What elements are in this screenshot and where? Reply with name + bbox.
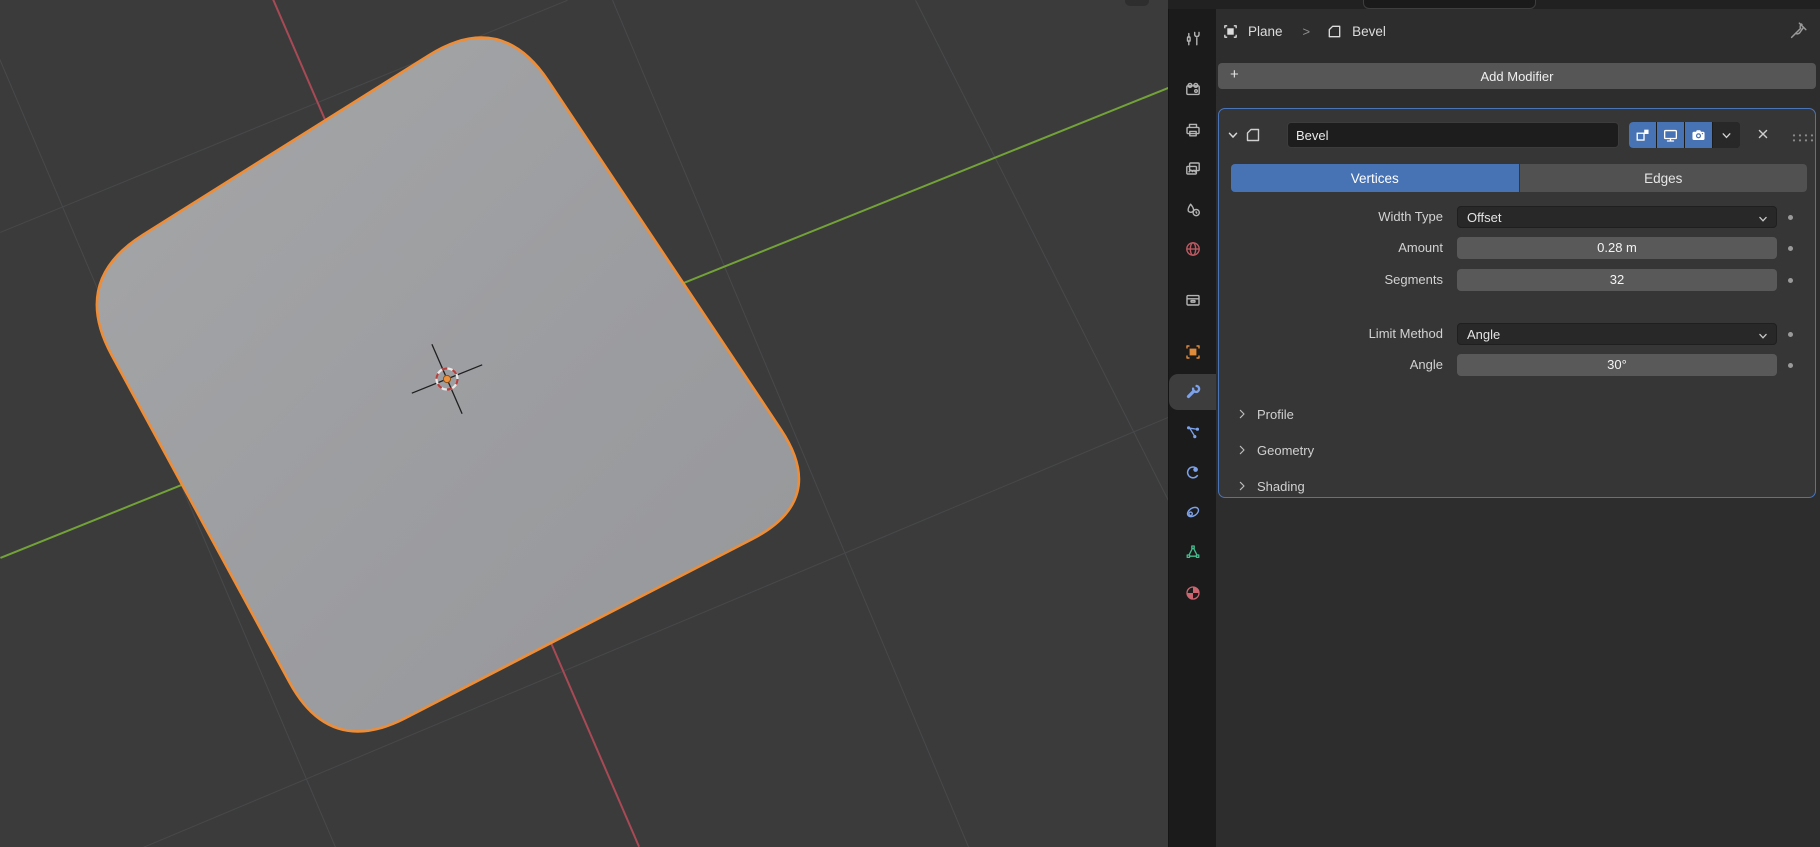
limit-method-row: Limit Method Angle (1219, 322, 1817, 346)
chevron-right-icon (1236, 408, 1248, 420)
close-icon[interactable] (1755, 126, 1771, 147)
breadcrumb-modifier-name: Bevel (1352, 23, 1386, 39)
output-icon (1186, 123, 1200, 137)
render-icon (1186, 82, 1200, 96)
collection-icon (1186, 294, 1200, 306)
plane-object[interactable] (0, 0, 1168, 847)
object-origin-dot (442, 374, 452, 384)
modifier-header (1219, 122, 1817, 148)
properties-tab-bar (1168, 0, 1217, 847)
tab-world[interactable] (1169, 231, 1217, 267)
search-box-remnant (1363, 0, 1536, 9)
section-profile-label: Profile (1257, 406, 1294, 422)
modifier-name-input[interactable] (1287, 122, 1619, 148)
width-type-label: Width Type (1378, 209, 1443, 224)
blender-window: Plane > Bevel + Add Modifier Bevel Verti… (0, 0, 1820, 847)
drag-grip-icon[interactable] (1792, 130, 1814, 148)
segments-row: Segments 32 (1219, 268, 1817, 292)
tab-view-layer[interactable] (1169, 151, 1217, 187)
properties-panel: Plane > Bevel + Add Modifier Bevel Verti… (1125, 0, 1820, 847)
breadcrumb-separator: > (1302, 23, 1311, 39)
render-display-toggle-icon[interactable] (1685, 122, 1712, 148)
width-type-row: Width Type Offset (1219, 205, 1817, 229)
tab-edges[interactable]: Edges (1519, 164, 1807, 192)
bevel-modifier-breadcrumb-icon (1326, 23, 1343, 40)
tab-scene[interactable] (1169, 192, 1217, 228)
plus-icon: + (1230, 66, 1239, 83)
tab-vertices[interactable]: Vertices (1231, 164, 1519, 192)
tab-render[interactable] (1169, 71, 1217, 107)
bevel-modifier-panel: Vertices Edges Width Type Offset Amount … (1218, 108, 1816, 498)
section-shading-label: Shading (1257, 478, 1305, 494)
add-modifier-button[interactable]: + Add Modifier (1218, 63, 1816, 89)
breadcrumb: Plane > Bevel (1216, 9, 1820, 53)
chevron-down-icon (1756, 328, 1770, 350)
tab-material[interactable] (1169, 575, 1217, 611)
width-type-dropdown[interactable]: Offset (1457, 206, 1777, 228)
chevron-right-icon (1236, 480, 1248, 492)
tab-collection[interactable] (1169, 282, 1217, 318)
viewport-display-toggle-icon[interactable] (1657, 122, 1684, 148)
particles-icon (1187, 426, 1199, 439)
animate-decorator[interactable] (1788, 215, 1793, 220)
section-geometry-label: Geometry (1257, 442, 1315, 458)
modifier-display-toggles (1629, 122, 1740, 148)
tab-object-data[interactable] (1169, 534, 1217, 570)
editor-type-button-remnant (1125, 0, 1149, 6)
collapse-chevron-icon[interactable] (1225, 127, 1241, 148)
editor-header-remnant (1125, 0, 1820, 9)
segments-label: Segments (1384, 272, 1443, 287)
limit-method-label: Limit Method (1368, 326, 1443, 341)
viewport-3d[interactable] (0, 0, 1168, 847)
segments-slider[interactable]: 32 (1457, 269, 1777, 291)
amount-label: Amount (1398, 240, 1443, 255)
object-data-icon (1186, 545, 1200, 559)
section-profile[interactable]: Profile (1219, 400, 1817, 428)
angle-row: Angle 30° (1219, 353, 1817, 377)
angle-label: Angle (1409, 357, 1443, 372)
tab-constraints[interactable] (1169, 494, 1217, 530)
tab-physics[interactable] (1169, 454, 1217, 490)
width-type-value: Offset (1467, 210, 1502, 225)
add-modifier-label: Add Modifier (1480, 68, 1554, 84)
breadcrumb-object-name: Plane (1248, 23, 1283, 39)
tab-tool[interactable] (1169, 20, 1217, 56)
bevel-modifier-icon (1244, 126, 1262, 149)
chevron-right-icon (1236, 444, 1248, 456)
tab-output[interactable] (1169, 112, 1217, 148)
animate-decorator[interactable] (1788, 246, 1793, 251)
tool-icon (1186, 31, 1200, 46)
animate-decorator[interactable] (1788, 363, 1793, 368)
scene-icon (1187, 203, 1201, 217)
modifiers-wrench-icon (1186, 384, 1201, 399)
constraints-icon (1186, 506, 1200, 518)
animate-decorator[interactable] (1788, 278, 1793, 283)
material-icon (1186, 586, 1200, 600)
object-breadcrumb-icon (1222, 23, 1239, 40)
affect-tabs: Vertices Edges (1231, 164, 1807, 192)
cursor-3d (411, 343, 483, 415)
animate-decorator[interactable] (1788, 332, 1793, 337)
extras-chevron-icon[interactable] (1713, 122, 1740, 148)
world-icon (1186, 242, 1200, 256)
edit-mode-toggle-icon[interactable] (1629, 122, 1656, 148)
section-geometry[interactable]: Geometry (1219, 436, 1817, 464)
amount-slider[interactable]: 0.28 m (1457, 237, 1777, 259)
angle-slider[interactable]: 30° (1457, 354, 1777, 376)
chevron-down-icon (1756, 211, 1770, 233)
tab-particles[interactable] (1169, 414, 1217, 450)
tab-modifiers[interactable] (1169, 374, 1217, 410)
pin-icon[interactable] (1786, 19, 1810, 48)
view-layer-icon (1186, 162, 1200, 175)
limit-method-value: Angle (1467, 327, 1501, 342)
section-shading[interactable]: Shading (1219, 472, 1817, 500)
amount-row: Amount 0.28 m (1219, 236, 1817, 260)
physics-icon (1186, 466, 1200, 479)
limit-method-dropdown[interactable]: Angle (1457, 323, 1777, 345)
object-icon (1186, 345, 1200, 359)
tab-object[interactable] (1169, 334, 1217, 370)
